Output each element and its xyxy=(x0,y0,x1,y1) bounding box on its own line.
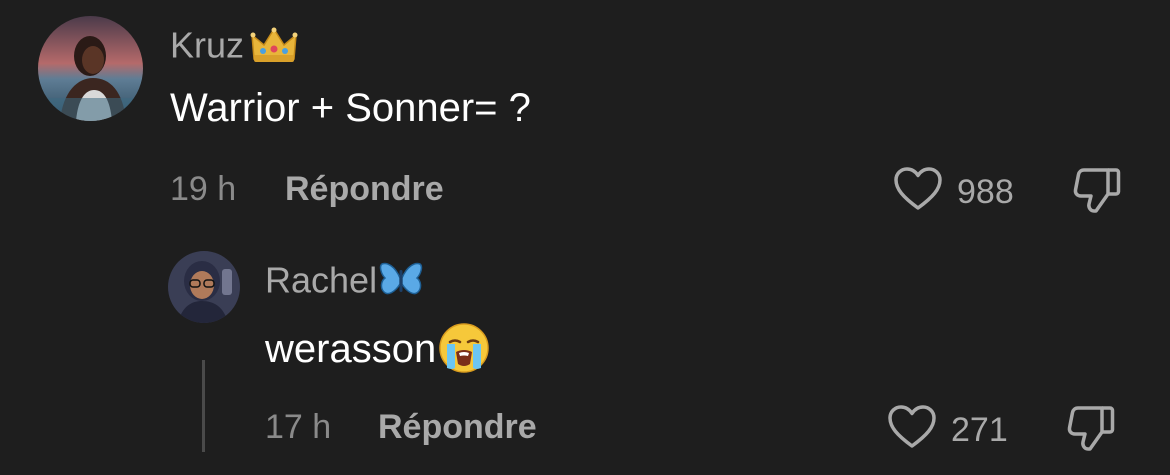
avatar[interactable] xyxy=(38,16,143,121)
avatar[interactable] xyxy=(168,251,240,323)
loudly-crying-face-icon xyxy=(438,322,490,381)
like-button[interactable]: 271 xyxy=(887,404,1008,455)
username-text: Rachel xyxy=(265,259,378,301)
crown-icon xyxy=(250,25,298,71)
comment-text: Warrior + Sonner= ? xyxy=(170,86,531,130)
like-button[interactable]: 988 xyxy=(893,166,1014,217)
comment-timestamp: 19 h xyxy=(170,170,237,208)
username-text: Kruz xyxy=(170,24,245,66)
thumbs-down-icon xyxy=(1066,406,1116,456)
heart-icon xyxy=(887,404,937,455)
reply-button[interactable]: Répondre xyxy=(378,410,537,444)
like-count: 271 xyxy=(951,410,1008,449)
reply-timestamp: 17 h xyxy=(265,408,332,446)
thumbs-down-icon xyxy=(1072,168,1122,218)
like-count: 988 xyxy=(957,172,1014,211)
thread-line xyxy=(202,360,205,452)
reply-text-content: werasson xyxy=(265,327,437,372)
comment-username[interactable]: Kruz xyxy=(170,25,298,71)
reply-text: werasson xyxy=(265,322,490,381)
dislike-button[interactable] xyxy=(1072,166,1122,219)
reply-username[interactable]: Rachel xyxy=(265,260,423,306)
reply-button[interactable]: Répondre xyxy=(285,172,444,206)
dislike-button[interactable] xyxy=(1066,404,1116,457)
heart-icon xyxy=(893,166,943,217)
butterfly-icon xyxy=(379,260,423,306)
